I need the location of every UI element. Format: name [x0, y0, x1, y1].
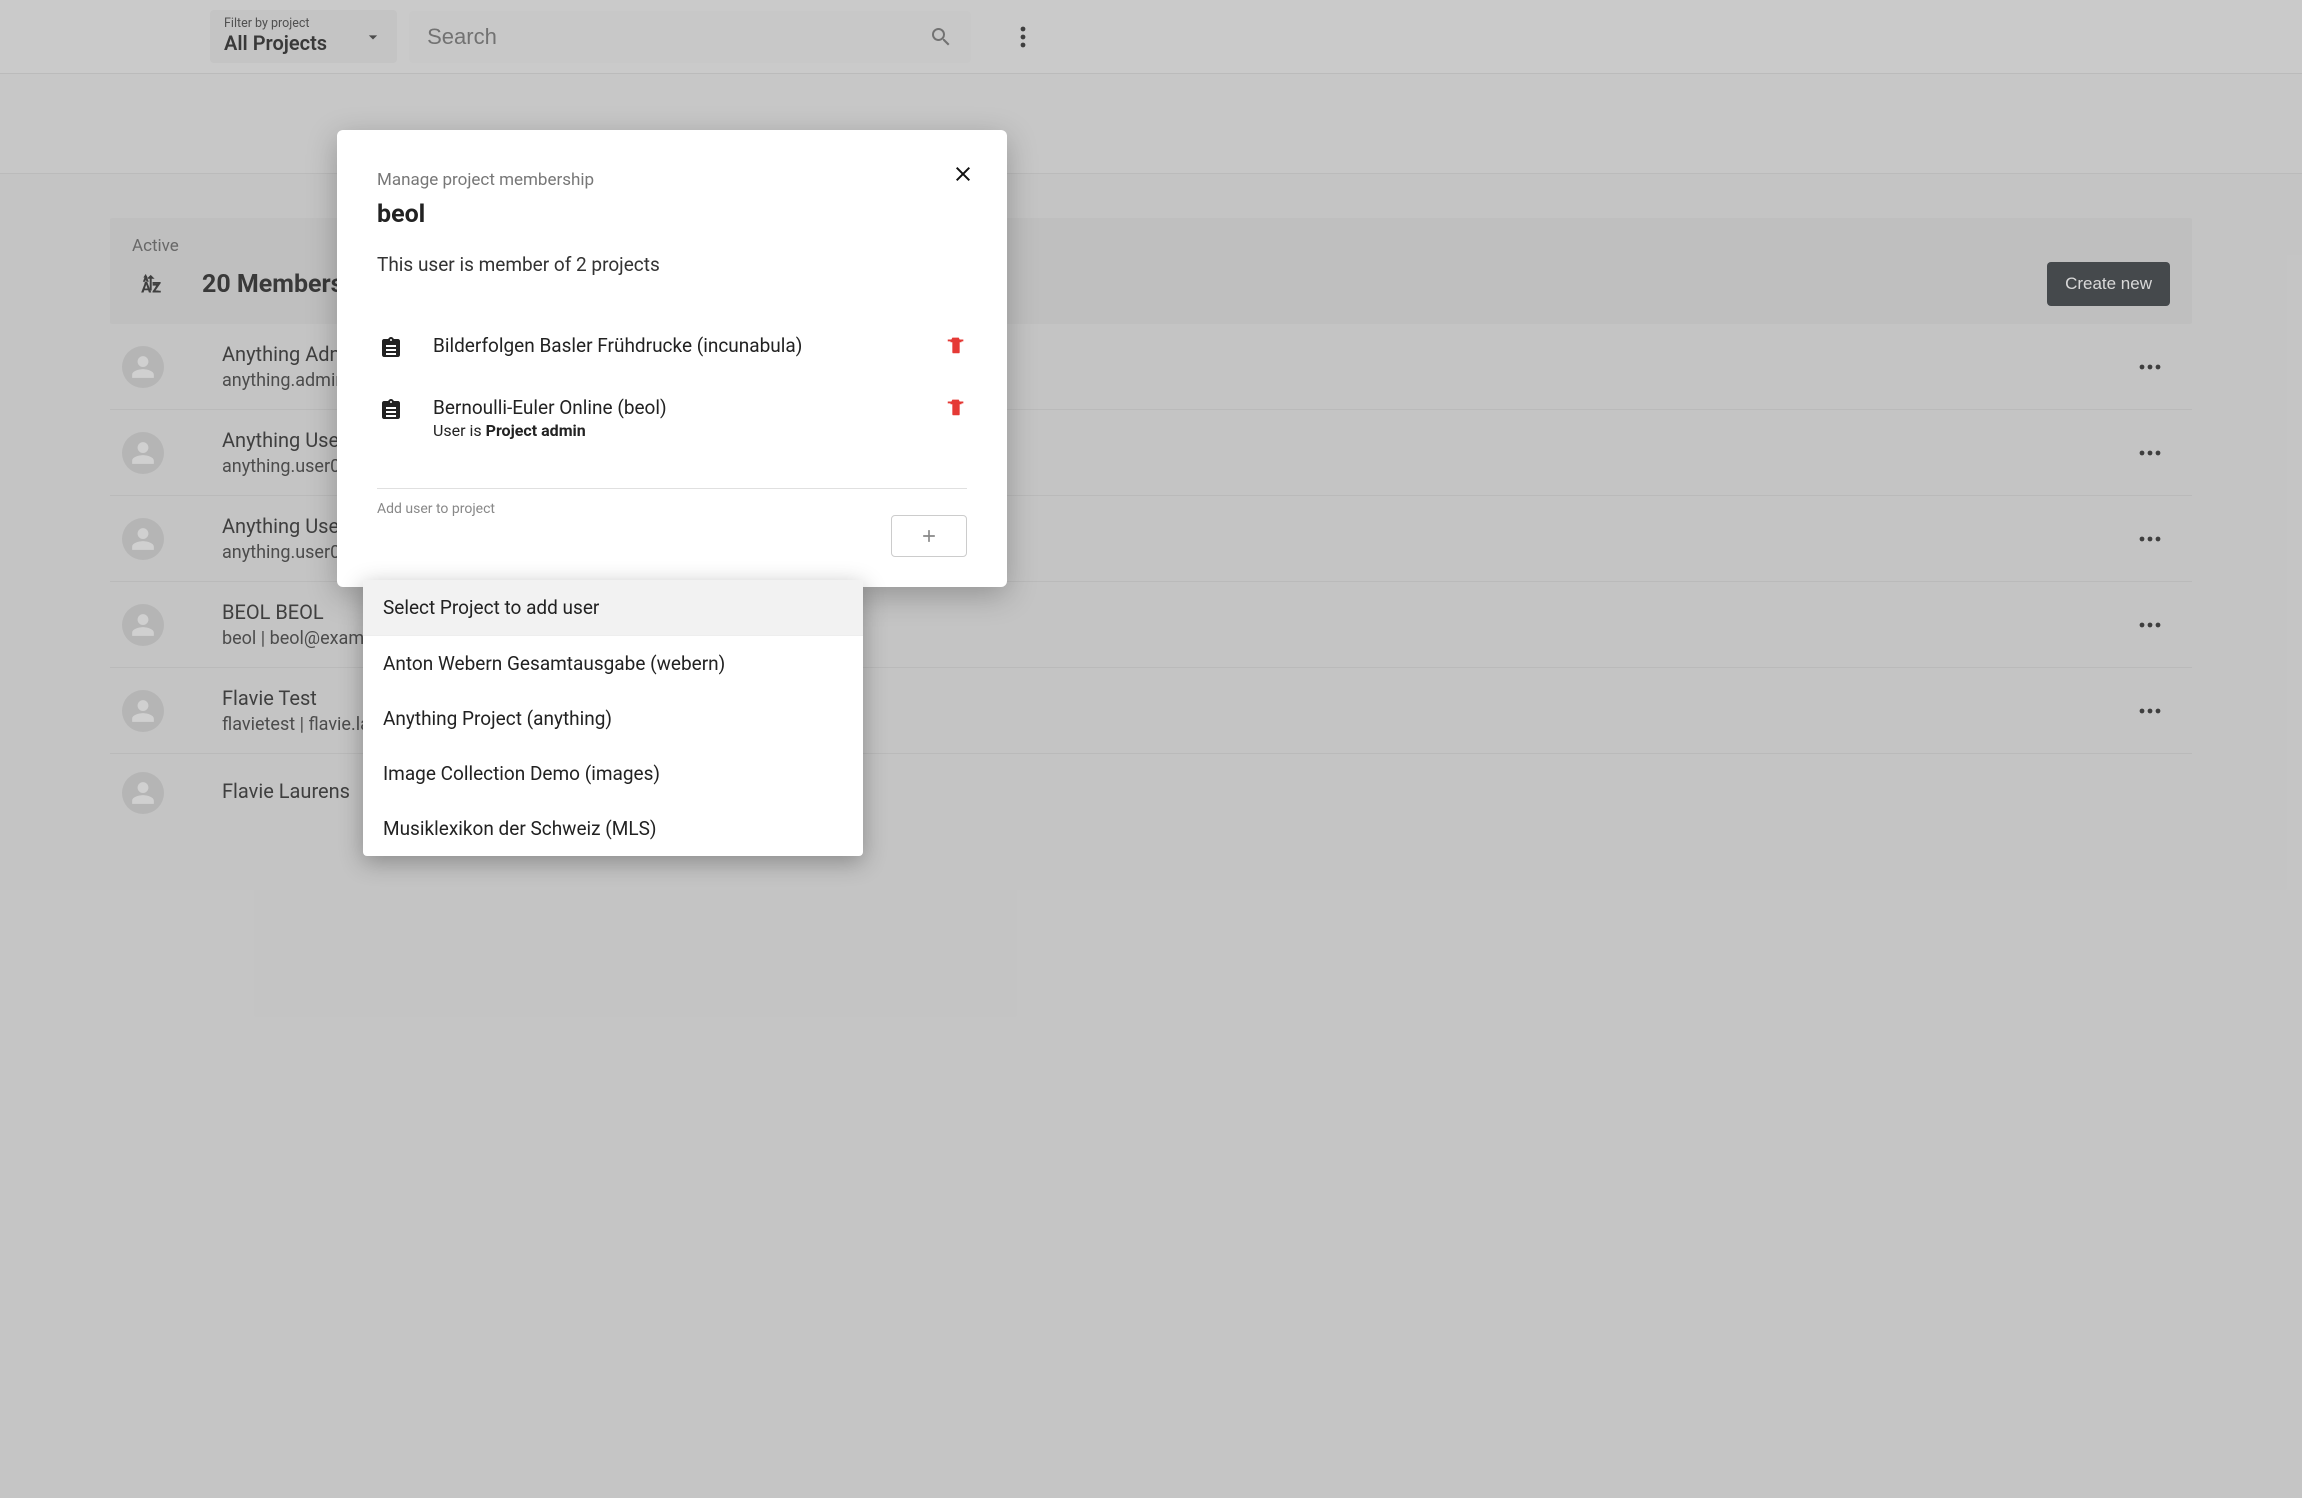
clipboard-icon — [377, 336, 405, 360]
project-role: User is Project admin — [433, 421, 917, 440]
dropdown-option[interactable]: Image Collection Demo (images) — [363, 746, 863, 801]
dropdown-option[interactable]: Anything Project (anything) — [363, 691, 863, 746]
trash-icon[interactable] — [945, 396, 967, 418]
project-name: Bilderfolgen Basler Frühdrucke (incunabu… — [433, 334, 917, 357]
dropdown-option[interactable]: Musiklexikon der Schweiz (MLS) — [363, 801, 863, 856]
close-icon[interactable] — [951, 162, 975, 186]
membership-dialog: Manage project membership beol This user… — [337, 130, 1007, 587]
project-membership-row: Bilderfolgen Basler Frühdrucke (incunabu… — [377, 316, 967, 378]
clipboard-icon — [377, 398, 405, 422]
dropdown-option[interactable]: Anton Webern Gesamtausgabe (webern) — [363, 636, 863, 691]
dialog-title: beol — [377, 200, 967, 229]
trash-icon[interactable] — [945, 334, 967, 356]
dropdown-option[interactable]: Select Project to add user — [363, 580, 863, 636]
dialog-subtitle: Manage project membership — [377, 170, 967, 190]
project-name: Bernoulli-Euler Online (beol) — [433, 396, 917, 419]
project-membership-row: Bernoulli-Euler Online (beol) User is Pr… — [377, 378, 967, 458]
divider — [377, 488, 967, 489]
project-select-dropdown[interactable]: Select Project to add user Anton Webern … — [363, 580, 863, 856]
dialog-info: This user is member of 2 projects — [377, 253, 967, 276]
add-user-button[interactable] — [891, 515, 967, 557]
plus-icon — [919, 526, 939, 546]
